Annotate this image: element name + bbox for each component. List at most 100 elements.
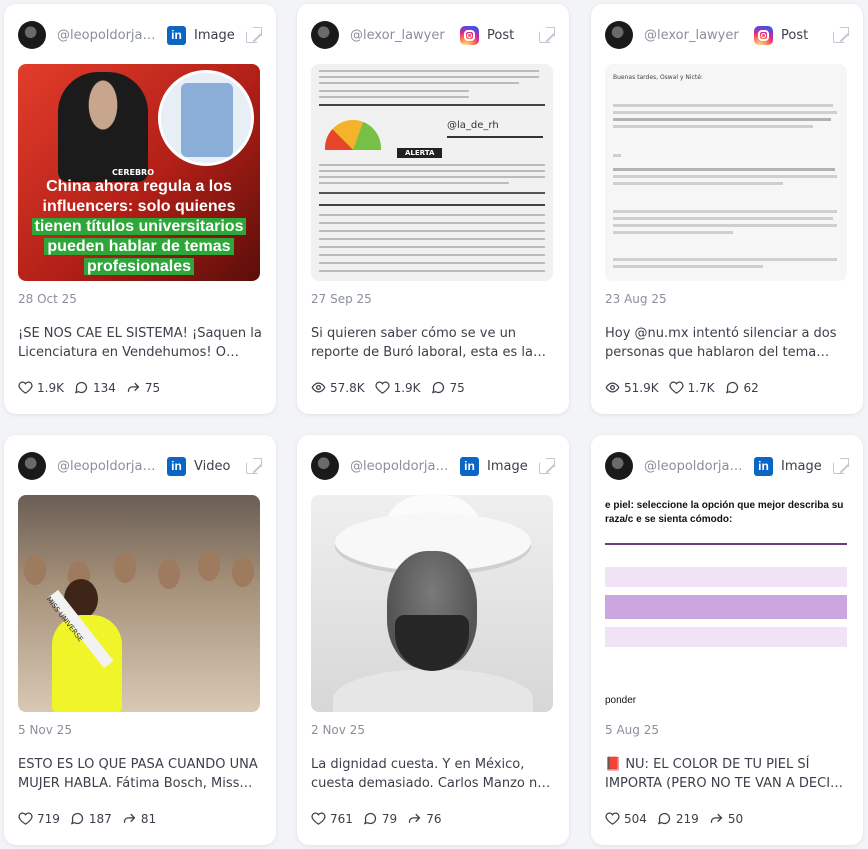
comments-stat: 79 — [363, 811, 397, 826]
external-link-icon[interactable] — [246, 458, 262, 474]
likes-stat: 719 — [18, 811, 60, 826]
card-header: @lexor_lawyer Post — [311, 20, 555, 50]
views-stat: 57.8K — [311, 380, 365, 395]
author-handle[interactable]: @lexor_lawyer — [350, 28, 454, 43]
post-card[interactable]: @lexor_lawyer Post ALERTA @la_de_rh 27 S… — [297, 4, 569, 414]
author-handle[interactable]: @leopoldorjac… — [57, 28, 161, 43]
eye-icon — [311, 382, 326, 393]
avatar[interactable] — [605, 452, 633, 480]
share-icon — [710, 813, 723, 823]
external-link-icon[interactable] — [539, 27, 555, 43]
avatar[interactable] — [311, 21, 339, 49]
avatar[interactable] — [605, 21, 633, 49]
platform-tag: in Image — [167, 25, 235, 45]
post-thumbnail[interactable]: Buenas tardes, Oswal y Nicté: — [605, 64, 847, 281]
card-header: @leopoldorjac… in Image — [18, 20, 262, 50]
post-caption: Hoy @nu.mx intentó silenciar a dos perso… — [605, 326, 837, 360]
post-date: 5 Aug 25 — [605, 723, 659, 737]
card-header: @leopoldorjac… in Image — [605, 451, 849, 481]
avatar[interactable] — [311, 452, 339, 480]
post-card[interactable]: @leopoldorjac… in Image 2 Nov 25 La dign… — [297, 435, 569, 845]
post-stats: 761 79 76 — [311, 811, 451, 826]
heart-icon — [605, 812, 620, 825]
post-type: Post — [487, 27, 515, 43]
post-date: 28 Oct 25 — [18, 292, 77, 306]
comments-stat: 219 — [657, 811, 699, 826]
card-header: @lexor_lawyer Post — [605, 20, 849, 50]
linkedin-icon: in — [460, 456, 479, 476]
linkedin-icon: in — [167, 25, 186, 45]
platform-tag: in Image — [754, 456, 822, 476]
comments-stat: 75 — [431, 380, 465, 395]
post-caption: 📕 NU: EL COLOR DE TU PIEL SÍ IMPORTA (PE… — [605, 757, 840, 791]
post-thumbnail[interactable]: CEREBRO China ahora regula a los influen… — [18, 64, 260, 281]
external-link-icon[interactable] — [246, 27, 262, 43]
comment-icon — [363, 812, 377, 825]
post-card[interactable]: @leopoldorjac… in Video MISS UNIVERSE 5 … — [4, 435, 276, 845]
card-header: @leopoldorjac… in Video — [18, 451, 262, 481]
external-link-icon[interactable] — [539, 458, 555, 474]
post-type: Image — [487, 458, 528, 474]
post-date: 23 Aug 25 — [605, 292, 667, 306]
survey-question: e piel: seleccione la opción que mejor d… — [605, 500, 844, 525]
heart-icon — [18, 812, 33, 825]
comment-icon — [725, 381, 738, 394]
post-stats: 57.8K 1.9K 75 — [311, 380, 475, 395]
post-caption: Si quieren saber cómo se ve un reporte d… — [311, 326, 533, 360]
author-handle[interactable]: @leopoldorjac… — [350, 459, 454, 474]
platform-tag: Post — [754, 25, 809, 45]
likes-stat: 504 — [605, 811, 647, 826]
likes-stat: 1.7K — [669, 380, 715, 395]
post-card[interactable]: @lexor_lawyer Post Buenas tardes, Oswal … — [591, 4, 863, 414]
instagram-icon — [754, 25, 773, 45]
share-icon — [409, 813, 421, 823]
share-icon — [123, 813, 136, 823]
post-stats: 51.9K 1.7K 62 — [605, 380, 769, 395]
eye-icon — [605, 382, 620, 393]
views-stat: 51.9K — [605, 380, 659, 395]
thumbnail-watermark: @la_de_rh — [447, 120, 499, 131]
external-link-icon[interactable] — [833, 27, 849, 43]
comment-icon — [74, 381, 88, 394]
avatar[interactable] — [18, 452, 46, 480]
post-card[interactable]: @leopoldorjac… in Image e piel: seleccio… — [591, 435, 863, 845]
post-caption: La dignidad cuesta. Y en México, cuesta … — [311, 757, 546, 791]
thumbnail-phone-image — [158, 70, 254, 166]
comments-stat: 134 — [74, 380, 116, 395]
survey-answer: ponder — [605, 695, 637, 706]
post-type: Post — [781, 27, 809, 43]
thumbnail-person — [58, 72, 148, 182]
post-caption: ¡SE NOS CAE EL SISTEMA! ¡Saquen la Licen… — [18, 326, 262, 360]
shares-stat: 50 — [709, 811, 743, 826]
avatar[interactable] — [18, 21, 46, 49]
thumbnail-headline: China ahora regula a los influencers: so… — [18, 177, 260, 277]
author-handle[interactable]: @leopoldorjac… — [57, 459, 161, 474]
thumbnail-brand: CEREBRO — [112, 168, 155, 177]
linkedin-icon: in — [754, 456, 773, 476]
post-stats: 504 219 50 — [605, 811, 753, 826]
heart-icon — [669, 381, 684, 394]
post-thumbnail[interactable]: MISS UNIVERSE — [18, 495, 260, 712]
share-icon — [127, 382, 140, 392]
post-card[interactable]: @leopoldorjac… in Image CEREBRO China ah… — [4, 4, 276, 414]
post-thumbnail[interactable]: ALERTA @la_de_rh — [311, 64, 553, 281]
comments-stat: 187 — [70, 811, 112, 826]
author-handle[interactable]: @leopoldorjac… — [644, 459, 748, 474]
post-type: Video — [194, 458, 231, 474]
post-type: Image — [781, 458, 822, 474]
comment-icon — [657, 812, 671, 825]
author-handle[interactable]: @lexor_lawyer — [644, 28, 748, 43]
post-date: 5 Nov 25 — [18, 723, 72, 737]
post-thumbnail[interactable] — [311, 495, 553, 712]
post-thumbnail[interactable]: e piel: seleccione la opción que mejor d… — [605, 495, 847, 712]
platform-tag: in Image — [460, 456, 528, 476]
platform-tag: Post — [460, 25, 515, 45]
heart-icon — [311, 812, 326, 825]
alert-badge: ALERTA — [397, 148, 443, 158]
external-link-icon[interactable] — [833, 458, 849, 474]
posts-grid: @leopoldorjac… in Image CEREBRO China ah… — [0, 0, 868, 849]
shares-stat: 75 — [126, 380, 160, 395]
heart-icon — [18, 381, 33, 394]
post-stats: 719 187 81 — [18, 811, 166, 826]
letter-greeting: Buenas tardes, Oswal y Nicté: — [613, 74, 703, 81]
